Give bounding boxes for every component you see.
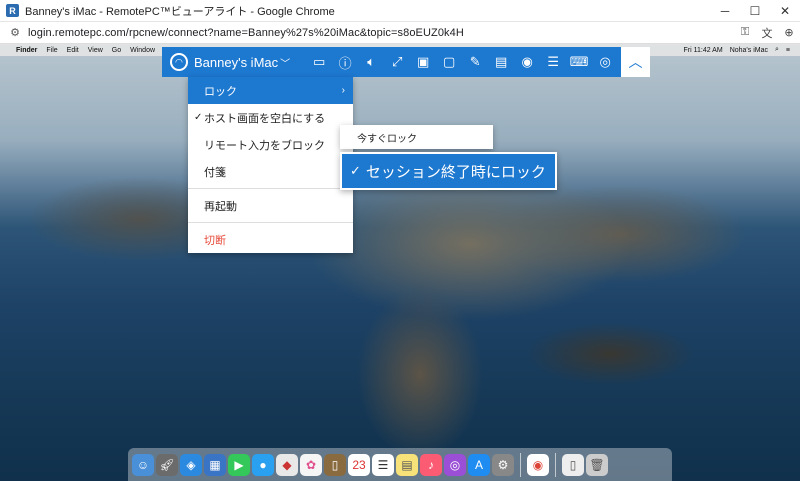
- notes-icon[interactable]: ☰: [540, 47, 566, 77]
- control-center-icon[interactable]: ≡: [786, 47, 790, 54]
- window-title: Banney's iMac - RemotePC™ビューアライト - Googl…: [25, 5, 335, 18]
- mac-user: Noha's iMac: [729, 46, 768, 54]
- chevron-right-icon: ›: [341, 85, 345, 96]
- mac-menu-file[interactable]: File: [46, 47, 57, 54]
- checkmark-icon: ✓: [350, 163, 361, 178]
- mac-menu-window[interactable]: Window: [130, 47, 155, 54]
- safari-icon[interactable]: ◈: [180, 453, 202, 476]
- remotepc-logo-icon: ◠: [170, 53, 188, 71]
- remotepc-app-icon: R: [6, 4, 19, 17]
- maximize-button[interactable]: ☐: [740, 0, 770, 22]
- submenu-item-lock-now[interactable]: 今すぐロック: [340, 125, 493, 149]
- remote-desktop-view[interactable]: Finder File Edit View Go Window Fri 11:4…: [0, 44, 800, 481]
- mac-clock: Fri 11:42 AM: [683, 46, 723, 54]
- close-button[interactable]: ✕: [770, 0, 800, 22]
- search-icon[interactable]: ⌕: [775, 46, 779, 54]
- menu-item-block-remote-input[interactable]: リモート入力をブロック: [188, 131, 353, 158]
- remotepc-toolbar: ◠ Banney's iMac ﹀ ▭ ⓘ 🔈︎ ⤢ ▣ ▢ ✎ ▤ ◉ ☰ ⌨ …: [162, 47, 650, 77]
- menu-item-lock[interactable]: ロック ›: [188, 77, 353, 104]
- address-bar: ⚙ login.remotepc.com/rpcnew/connect?name…: [0, 22, 800, 44]
- translate-icon[interactable]: 文: [756, 25, 778, 41]
- menu-divider: [188, 188, 353, 189]
- mac-menu-edit[interactable]: Edit: [67, 47, 79, 54]
- file-transfer-icon[interactable]: ▤: [488, 47, 514, 77]
- resize-icon[interactable]: ⤢: [384, 47, 410, 77]
- eye-icon[interactable]: ◎: [592, 47, 618, 77]
- machine-selector[interactable]: Banney's iMac ﹀: [194, 55, 290, 70]
- mac-menu-view[interactable]: View: [88, 47, 103, 54]
- launchpad-icon[interactable]: 🚀︎: [156, 453, 178, 476]
- messages-icon[interactable]: ●: [252, 453, 274, 476]
- chevron-down-icon: ﹀: [280, 58, 291, 70]
- dock-divider: [520, 452, 521, 477]
- display-icon[interactable]: ▭: [306, 47, 332, 77]
- podcasts-icon[interactable]: ◎: [444, 453, 466, 476]
- menu-item-disconnect[interactable]: 切断: [188, 226, 353, 253]
- chrome-icon[interactable]: ◉: [527, 453, 549, 476]
- draw-icon[interactable]: ✎: [462, 47, 488, 77]
- music-icon[interactable]: ♪: [420, 453, 442, 476]
- zoom-icon[interactable]: ⊕: [778, 26, 800, 39]
- volume-icon[interactable]: 🔈︎: [358, 47, 384, 77]
- menu-item-sticky-notes[interactable]: 付箋: [188, 158, 353, 185]
- minimize-button[interactable]: ─: [710, 0, 740, 22]
- menu-divider: [188, 222, 353, 223]
- notes-app-icon[interactable]: ▤: [396, 453, 418, 476]
- message-icon[interactable]: ▢: [436, 47, 462, 77]
- document-icon[interactable]: ▯: [562, 453, 584, 476]
- system-preferences-icon[interactable]: ⚙: [492, 453, 514, 476]
- mac-menu-go[interactable]: Go: [112, 47, 121, 54]
- maps-icon[interactable]: ◆: [276, 453, 298, 476]
- mac-dock: ☺ 🚀︎ ◈ ▦ ▶ ● ◆ ✿ ▯ 23 ☰ ▤ ♪ ◎ A ⚙ ◉ ▯ 🗑︎: [128, 448, 672, 481]
- url-field[interactable]: login.remotepc.com/rpcnew/connect?name=B…: [28, 27, 734, 39]
- mac-menu-finder[interactable]: Finder: [16, 47, 37, 54]
- calendar-icon[interactable]: 23: [348, 453, 370, 476]
- collapse-toolbar-button[interactable]: ︿: [620, 47, 650, 77]
- site-settings-icon[interactable]: ⚙: [8, 26, 22, 39]
- contacts-icon[interactable]: ▯: [324, 453, 346, 476]
- preview-icon[interactable]: ▦: [204, 453, 226, 476]
- reminders-icon[interactable]: ☰: [372, 453, 394, 476]
- photos-icon[interactable]: ✿: [300, 453, 322, 476]
- app-store-icon[interactable]: A: [468, 453, 490, 476]
- keyboard-icon[interactable]: ⌨: [566, 47, 592, 77]
- chat-icon[interactable]: ▣: [410, 47, 436, 77]
- dock-divider: [555, 452, 556, 477]
- menu-item-blank-host-screen[interactable]: ✓ ホスト画面を空白にする: [188, 104, 353, 131]
- trash-icon[interactable]: 🗑︎: [586, 453, 608, 476]
- info-icon[interactable]: ⓘ: [332, 47, 358, 77]
- camera-icon[interactable]: ◉: [514, 47, 540, 77]
- submenu-item-lock-on-session-end[interactable]: ✓ セッション終了時にロック: [340, 152, 557, 190]
- actions-menu: ロック › ✓ ホスト画面を空白にする リモート入力をブロック 付箋 再起動 切…: [188, 77, 353, 253]
- checkmark-icon: ✓: [194, 112, 203, 123]
- menu-item-restart[interactable]: 再起動: [188, 192, 353, 219]
- facetime-icon[interactable]: ▶: [228, 453, 250, 476]
- key-icon[interactable]: ⚿: [734, 26, 756, 39]
- finder-icon[interactable]: ☺: [132, 453, 154, 476]
- browser-titlebar: R Banney's iMac - RemotePC™ビューアライト - Goo…: [0, 0, 800, 22]
